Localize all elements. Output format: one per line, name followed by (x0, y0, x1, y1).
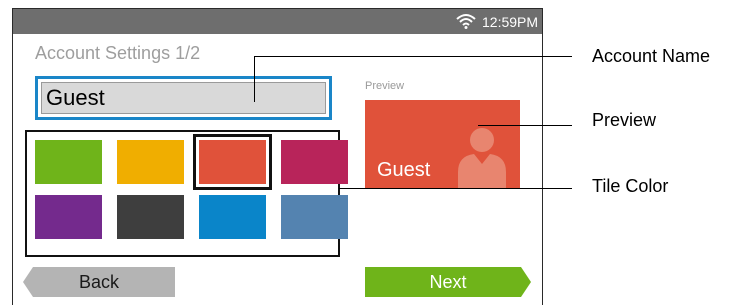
status-time: 12:59PM (482, 14, 539, 30)
color-swatch-gray[interactable] (117, 195, 184, 239)
account-name-field[interactable]: Guest (35, 76, 332, 120)
wifi-icon (456, 14, 476, 29)
next-button[interactable]: Next (365, 267, 531, 297)
color-swatch-green[interactable] (35, 140, 102, 184)
tile-color-palette (25, 130, 348, 257)
callout-preview: Preview (592, 110, 657, 130)
device-screen: 12:59PM Account Settings 1/2 Guest Previ… (12, 8, 543, 305)
color-swatch-steel[interactable] (281, 195, 348, 239)
callout-account-name: Account Name (592, 46, 711, 66)
callout-preview-line (478, 125, 572, 126)
back-label: Back (78, 272, 120, 292)
callout-tile-color: Tile Color (592, 176, 669, 196)
preview-label: Preview (365, 80, 405, 92)
color-swatch-yellow[interactable] (117, 140, 184, 184)
back-button[interactable]: Back (23, 267, 175, 297)
callout-tile-color-line (339, 188, 572, 189)
callout-account-name-vertical (254, 56, 255, 102)
color-swatch-purple[interactable] (35, 195, 102, 239)
user-silhouette-icon (458, 128, 506, 188)
callout-account-name-horizontal (254, 56, 572, 57)
color-swatch-blue[interactable] (199, 195, 266, 239)
page-title: Account Settings 1/2 (35, 43, 201, 63)
account-name-value: Guest (41, 82, 326, 114)
color-swatch-red[interactable] (199, 140, 266, 184)
preview-name: Guest (377, 159, 431, 181)
next-label: Next (429, 272, 467, 292)
color-swatch-pink[interactable] (281, 140, 348, 184)
status-bar: 12:59PM (13, 9, 542, 34)
preview-tile: Guest (365, 100, 520, 188)
